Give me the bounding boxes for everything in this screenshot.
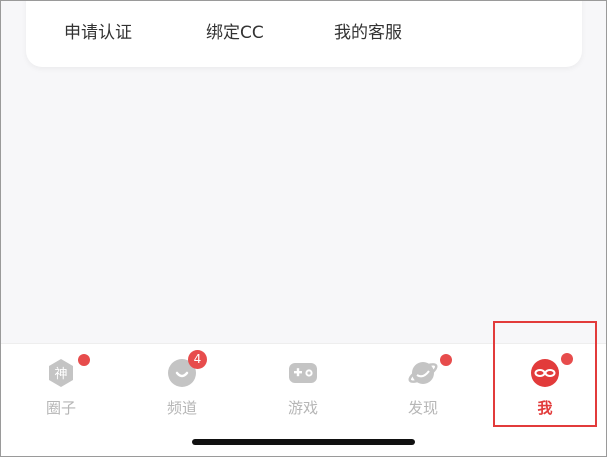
home-indicator[interactable] — [192, 439, 415, 445]
quick-actions-card: 申请认证 绑定CC 我的客服 — [26, 0, 582, 67]
planet-icon — [408, 362, 438, 384]
tab-channel[interactable]: 4 频道 — [142, 350, 222, 424]
tab-circle[interactable]: 神 圈子 — [21, 354, 101, 424]
selection-highlight-box — [493, 321, 597, 427]
tab-channel-label: 频道 — [166, 399, 197, 417]
gamepad-icon — [289, 363, 317, 383]
tab-games-label: 游戏 — [287, 399, 318, 417]
tab-discover-dot — [440, 354, 452, 366]
apply-certification-label: 申请认证 — [64, 23, 132, 43]
svg-text:神: 神 — [54, 367, 67, 382]
bind-cc-button[interactable]: 绑定CC — [206, 18, 264, 43]
bind-cc-label: 绑定CC — [206, 23, 264, 43]
apply-certification-button[interactable]: 申请认证 — [64, 18, 132, 43]
tab-circle-dot — [78, 354, 90, 366]
tab-discover-label: 发现 — [407, 399, 438, 417]
tab-circle-label: 圈子 — [45, 399, 76, 417]
hexagon-god-icon: 神 — [49, 359, 73, 387]
customer-service-button[interactable]: 我的客服 — [334, 18, 402, 43]
tab-discover[interactable]: 发现 — [383, 354, 463, 424]
tab-games[interactable]: 游戏 — [263, 358, 343, 424]
customer-service-label: 我的客服 — [334, 23, 402, 43]
tab-channel-badge: 4 — [188, 350, 207, 369]
